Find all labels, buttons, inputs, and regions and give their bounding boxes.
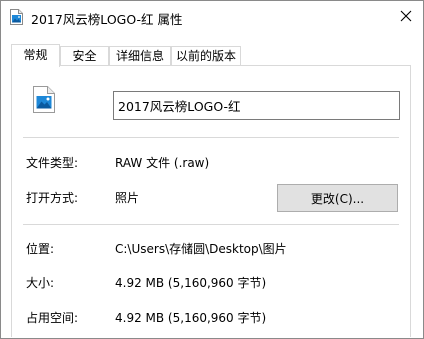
size-value: 4.92 MB (5,160,960 字节) [115,276,267,290]
change-button[interactable]: 更改(C)... [277,184,398,212]
tab-details[interactable]: 详细信息 [109,46,171,66]
opens-with-value: 照片 [115,191,140,205]
location-value: C:\Users\存储圆\Desktop\图片 [115,242,287,256]
file-name-input[interactable] [113,91,400,120]
divider [23,224,399,225]
close-icon [400,10,412,25]
close-button[interactable] [389,1,423,33]
general-tab-panel: 文件类型: RAW 文件 (.raw) 打开方式: 照片 更改(C)... 位置… [11,65,411,337]
properties-window: 2017风云榜LOGO-红 属性 常规 安全 详细信息 以前的版本 2017风云… [0,0,424,339]
location-label: 位置: [26,242,55,256]
divider [23,137,399,138]
image-file-icon [10,9,23,25]
title-bar[interactable]: 2017风云榜LOGO-红 属性 [1,1,423,33]
opens-with-label: 打开方式: [26,191,79,205]
window-title: 2017风云榜LOGO-红 属性 [31,12,183,27]
file-type-label: 文件类型: [26,156,79,170]
size-on-disk-value: 4.92 MB (5,160,960 字节) [115,311,267,325]
size-label: 大小: [26,276,55,290]
tab-security[interactable]: 安全 [60,46,109,66]
image-file-icon [33,86,55,113]
tab-previous-versions[interactable]: 以前的版本 [171,46,241,66]
size-on-disk-label: 占用空间: [26,311,79,325]
file-type-value: RAW 文件 (.raw) [115,156,210,170]
tab-general[interactable]: 常规 [11,44,60,67]
